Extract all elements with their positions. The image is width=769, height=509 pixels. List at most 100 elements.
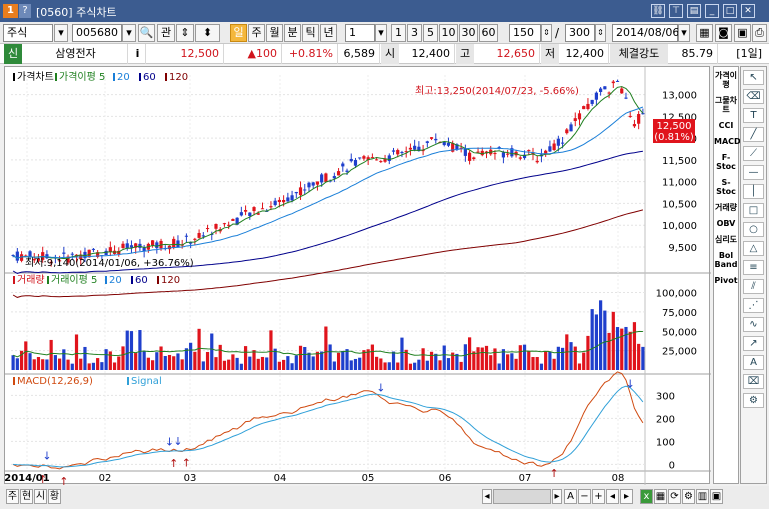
triangle-icon[interactable]: △: [743, 241, 764, 256]
delete-icon[interactable]: ⌧: [743, 374, 764, 389]
indicator-cci[interactable]: CCI: [714, 121, 738, 130]
horizontal-line-icon[interactable]: —: [743, 165, 764, 180]
minute-3-button[interactable]: 3: [407, 24, 422, 42]
volume-bar: [603, 310, 607, 370]
candle-body: [243, 210, 248, 212]
scroll-left-icon[interactable]: ◂: [482, 489, 492, 504]
scroll-start-icon[interactable]: ◂: [606, 489, 619, 504]
vertical-line-icon[interactable]: │: [743, 184, 764, 199]
indicator-obv[interactable]: OBV: [714, 219, 738, 228]
minute-30-button[interactable]: 30: [459, 24, 478, 42]
refresh-icon[interactable]: ⟳: [668, 489, 681, 504]
tab-market[interactable]: 시: [34, 489, 47, 504]
cursor-icon[interactable]: ↖: [743, 70, 764, 85]
spin-icon[interactable]: ⇕: [595, 24, 606, 42]
fan-icon[interactable]: ⋰: [743, 298, 764, 313]
volume-bar: [544, 351, 548, 370]
ray-icon[interactable]: ⟋: [743, 146, 764, 161]
circle-icon[interactable]: ○: [743, 222, 764, 237]
minute-5-button[interactable]: 5: [423, 24, 438, 42]
font-size-icon[interactable]: A: [564, 489, 577, 504]
credit-badge: 신: [4, 44, 22, 64]
info-icon[interactable]: i: [130, 44, 146, 64]
up-down-toggle[interactable]: ⬍: [195, 24, 220, 42]
tab-status[interactable]: 황: [48, 489, 61, 504]
indicator-bolband[interactable]: Bol Band: [714, 251, 738, 269]
eraser-icon[interactable]: ⌫: [743, 89, 764, 104]
period-month-button[interactable]: 월: [266, 24, 283, 42]
settings-icon[interactable]: ⚙: [743, 393, 764, 408]
lock-icon[interactable]: ▣: [710, 489, 723, 504]
indicator-volume[interactable]: 거래량: [714, 203, 738, 212]
scroll-end-icon[interactable]: ▸: [620, 489, 633, 504]
date-input[interactable]: 2014/08/06: [612, 24, 679, 42]
camera-icon[interactable]: ◙: [715, 24, 732, 42]
minute-select[interactable]: 1: [345, 24, 375, 42]
close-icon[interactable]: ✕: [741, 4, 755, 18]
count-input[interactable]: 150: [509, 24, 541, 42]
period-day-button[interactable]: 일: [230, 24, 247, 42]
spin-icon[interactable]: ⇕: [541, 24, 552, 42]
split-icon[interactable]: ▥: [696, 489, 709, 504]
channel-icon[interactable]: ⫽: [743, 279, 764, 294]
relation-button[interactable]: 관: [157, 24, 175, 42]
zoom-out-icon[interactable]: −: [578, 489, 591, 504]
stock-code-input[interactable]: 005680: [72, 24, 122, 42]
search-icon[interactable]: 🔍: [138, 24, 155, 42]
candle-body: [303, 189, 307, 191]
cycle-icon[interactable]: ∿: [743, 317, 764, 332]
config-icon[interactable]: ⚙: [682, 489, 695, 504]
save-icon[interactable]: ▣: [734, 24, 751, 42]
table-icon[interactable]: ▦: [654, 489, 667, 504]
indicator-macd[interactable]: MACD: [714, 137, 741, 146]
period-tick-button[interactable]: 틱: [302, 24, 319, 42]
link-icon[interactable]: ⛓: [651, 4, 665, 18]
period-minute-button[interactable]: 분: [284, 24, 301, 42]
auto-icon[interactable]: A: [743, 355, 764, 370]
indicator-net[interactable]: 그물차트: [714, 96, 738, 114]
print-icon[interactable]: ⎙: [752, 24, 767, 42]
volume-legend-swatch: [13, 276, 15, 284]
minute-10-button[interactable]: 10: [439, 24, 458, 42]
scrollbar[interactable]: [493, 489, 551, 504]
fibonacci-icon[interactable]: ≡: [743, 260, 764, 275]
indicator-fstoc[interactable]: F-Stoc: [714, 153, 738, 171]
pin-icon[interactable]: ⊤: [669, 4, 683, 18]
total-input[interactable]: 300: [565, 24, 595, 42]
spin-up-down-icon[interactable]: ⇕: [176, 24, 194, 42]
price-tick-label: 13,000: [662, 91, 697, 102]
minimize-icon[interactable]: _: [705, 4, 719, 18]
excel-icon[interactable]: x: [640, 489, 653, 504]
indicator-ma[interactable]: 가격이평: [714, 71, 738, 89]
trendline-icon[interactable]: ╱: [743, 127, 764, 142]
help-icon[interactable]: ?: [19, 4, 31, 18]
period-year-button[interactable]: 년: [320, 24, 337, 42]
tab-week[interactable]: 주: [6, 489, 19, 504]
scroll-right-icon[interactable]: ▸: [552, 489, 562, 504]
minute-1-button[interactable]: 1: [391, 24, 406, 42]
zoom-in-icon[interactable]: +: [592, 489, 605, 504]
layout-grid-icon[interactable]: ▦: [696, 24, 713, 42]
market-select[interactable]: 주식: [3, 24, 53, 42]
indicator-pivot[interactable]: Pivot: [714, 276, 738, 285]
arrow-tool-icon[interactable]: ↗: [743, 336, 764, 351]
period-week-button[interactable]: 주: [248, 24, 265, 42]
minute-60-button[interactable]: 60: [479, 24, 498, 42]
chevron-down-icon[interactable]: ▾: [122, 24, 136, 42]
layout-icon[interactable]: ▤: [687, 4, 701, 18]
price-change-pct: +0.81%: [282, 44, 338, 64]
rectangle-icon[interactable]: □: [743, 203, 764, 218]
x-tick-label: 05: [362, 473, 375, 484]
tab-current[interactable]: 현: [20, 489, 33, 504]
indicator-psy[interactable]: 심리도: [714, 235, 738, 244]
chevron-down-icon[interactable]: ▾: [54, 24, 68, 42]
chevron-down-icon[interactable]: ▾: [678, 24, 690, 42]
chart-canvas[interactable]: ↑↓↑↓↑↓↑↓↑↓ 13,00012,50012,00011,50011,00…: [4, 67, 711, 488]
chevron-down-icon[interactable]: ▾: [375, 24, 387, 42]
volume-bar: [438, 360, 442, 370]
volume-bar: [391, 351, 396, 370]
maximize-icon[interactable]: □: [723, 4, 737, 18]
indicator-sstoc[interactable]: S-Stoc: [714, 178, 738, 196]
text-tool-icon[interactable]: T: [743, 108, 764, 123]
chart-area[interactable]: ↑↓↑↓↑↓↑↓↑↓ 13,00012,50012,00011,50011,00…: [4, 66, 711, 488]
